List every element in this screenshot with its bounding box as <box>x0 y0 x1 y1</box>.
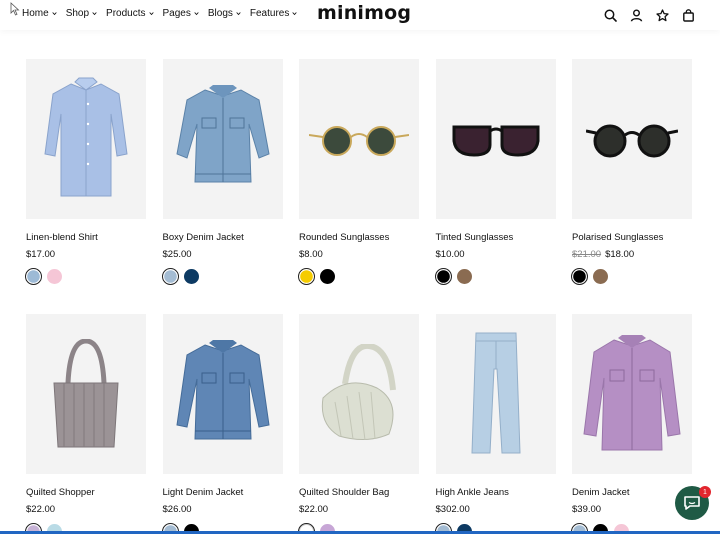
product-image-quilted-shopper[interactable] <box>26 314 146 474</box>
chevron-down-icon <box>148 12 154 16</box>
product-price: $25.00 <box>163 249 283 260</box>
chevron-down-icon <box>292 12 298 16</box>
product-card: Linen-blend Shirt $17.00 <box>25 59 146 285</box>
account-icon[interactable] <box>628 7 644 23</box>
product-image-denim-jacket-light[interactable] <box>162 59 283 219</box>
sale-price: $17.00 <box>26 249 56 260</box>
sale-price: $22.00 <box>26 504 56 515</box>
site-header: Home Shop Products Pages Blogs Features minim… <box>0 0 720 30</box>
product-title[interactable]: Tinted Sunglasses <box>436 232 556 243</box>
chevron-down-icon <box>92 12 97 16</box>
color-swatch[interactable] <box>25 268 42 285</box>
product-image-round-sunglasses[interactable] <box>299 59 419 219</box>
color-swatches <box>161 268 283 285</box>
nav-item-label: Features <box>249 8 290 19</box>
product-price: $22.00 <box>26 504 146 515</box>
nav-item-label: Shop <box>65 8 90 19</box>
main-nav: Home Shop Products Pages Blogs Features <box>22 8 306 19</box>
product-card: Quilted Shopper $22.00 <box>25 314 146 534</box>
color-swatch[interactable] <box>456 269 472 284</box>
product-price: $22.00 <box>299 504 419 515</box>
product-title[interactable]: Light Denim Jacket <box>163 487 283 498</box>
sale-price: $8.00 <box>299 249 323 260</box>
nav-item-features[interactable]: Features <box>249 8 298 19</box>
sale-price: $39.00 <box>572 504 602 515</box>
product-image-denim-jacket[interactable] <box>162 314 283 474</box>
color-swatch[interactable] <box>593 269 608 284</box>
product-card: Light Denim Jacket $26.00 <box>161 314 283 534</box>
product-price: $17.00 <box>26 249 146 260</box>
nav-item-label: Pages <box>162 8 191 19</box>
product-price: $39.00 <box>572 504 692 515</box>
product-image-lilac-jacket[interactable] <box>572 314 692 474</box>
sale-price: $18.00 <box>605 249 635 260</box>
compare-at-price: $21.00 <box>572 249 602 260</box>
nav-item-shop[interactable]: Shop <box>66 8 97 19</box>
product-title[interactable]: Boxy Denim Jacket <box>163 232 283 243</box>
chevron-down-icon <box>236 12 241 16</box>
sale-price: $25.00 <box>162 249 192 260</box>
product-price: $8.00 <box>299 249 419 260</box>
product-image-tinted-sunglasses[interactable] <box>435 59 556 219</box>
product-price: $10.00 <box>436 249 556 260</box>
nav-item-products[interactable]: Products <box>106 8 154 19</box>
product-image-shirt[interactable] <box>26 59 146 219</box>
sale-price: $22.00 <box>299 504 329 515</box>
chevron-down-icon <box>52 12 57 16</box>
nav-item-pages[interactable]: Pages <box>163 8 199 19</box>
color-swatch[interactable] <box>183 269 199 284</box>
product-title[interactable]: Quilted Shoulder Bag <box>299 487 419 498</box>
color-swatches <box>571 268 692 285</box>
color-swatch[interactable] <box>320 269 335 284</box>
color-swatches <box>434 268 556 285</box>
product-title[interactable]: Linen-blend Shirt <box>26 232 146 243</box>
product-title[interactable]: Denim Jacket <box>572 487 692 498</box>
product-card: Denim Jacket $39.00 <box>571 314 692 534</box>
chat-bubble-icon <box>684 496 700 510</box>
product-price: $302.00 <box>436 504 556 515</box>
product-title[interactable]: Polarised Sunglasses <box>572 232 692 243</box>
product-title[interactable]: Quilted Shopper <box>26 487 146 498</box>
chat-notification-badge: 1 <box>699 486 711 498</box>
product-image-shoulder-bag[interactable] <box>299 314 419 474</box>
product-card: Boxy Denim Jacket $25.00 <box>161 59 283 285</box>
product-card: High Ankle Jeans $302.00 <box>434 314 556 534</box>
nav-item-blogs[interactable]: Blogs <box>208 8 241 19</box>
sale-price: $302.00 <box>435 504 470 515</box>
product-title[interactable]: High Ankle Jeans <box>436 487 556 498</box>
product-card: Polarised Sunglasses $21.00 $18.00 <box>571 59 692 285</box>
product-image-jeans[interactable] <box>435 314 556 474</box>
cart-bag-icon[interactable] <box>680 7 696 23</box>
color-swatches <box>298 268 419 285</box>
brand-logo[interactable]: minimog <box>317 2 411 24</box>
product-price: $21.00 $18.00 <box>572 249 692 260</box>
product-card: Rounded Sunglasses $8.00 <box>298 59 419 285</box>
color-swatch[interactable] <box>298 268 315 285</box>
chevron-down-icon <box>194 12 199 16</box>
color-swatch[interactable] <box>161 268 179 285</box>
color-swatch[interactable] <box>434 268 452 285</box>
product-card: Tinted Sunglasses $10.00 <box>434 59 556 285</box>
color-swatch[interactable] <box>571 268 588 285</box>
product-card: Quilted Shoulder Bag $22.00 <box>298 314 419 534</box>
nav-item-label: Products <box>106 8 146 19</box>
nav-item-label: Home <box>22 8 49 19</box>
sale-price: $26.00 <box>162 504 192 515</box>
nav-item-home[interactable]: Home <box>22 8 57 19</box>
product-title[interactable]: Rounded Sunglasses <box>299 232 419 243</box>
color-swatch[interactable] <box>47 269 62 284</box>
sale-price: $10.00 <box>435 249 465 260</box>
color-swatches <box>25 268 146 285</box>
product-price: $26.00 <box>163 504 283 515</box>
wishlist-star-icon[interactable] <box>654 7 670 23</box>
search-icon[interactable] <box>602 7 618 23</box>
product-image-polarised-sunglasses[interactable] <box>572 59 692 219</box>
nav-item-label: Blogs <box>207 8 233 19</box>
header-actions <box>602 7 696 23</box>
mouse-cursor-icon <box>10 2 20 16</box>
